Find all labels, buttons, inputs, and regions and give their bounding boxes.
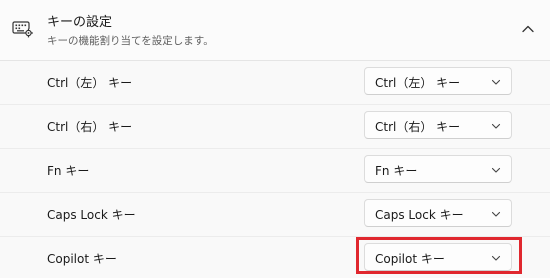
dropdown-value: Ctrl（左） キー: [375, 76, 461, 90]
dropdown-value: Ctrl（右） キー: [375, 120, 461, 134]
keyboard-settings-icon: [12, 21, 33, 38]
chevron-down-icon: [491, 167, 501, 173]
setting-row-fn: Fn キー Fn キー: [0, 148, 550, 193]
ctrl-left-dropdown[interactable]: Ctrl（左） キー: [364, 67, 512, 95]
section-title: キーの設定: [47, 15, 113, 30]
copilot-dropdown[interactable]: Copilot キー: [364, 243, 512, 271]
chevron-up-icon[interactable]: [521, 22, 535, 36]
ctrl-right-dropdown[interactable]: Ctrl（右） キー: [364, 111, 512, 139]
setting-label: Copilot キー: [47, 252, 117, 266]
setting-row-ctrl-right: Ctrl（右） キー Ctrl（右） キー: [0, 104, 550, 149]
dropdown-value: Copilot キー: [375, 252, 445, 266]
setting-label: Caps Lock キー: [47, 208, 136, 222]
setting-row-ctrl-left: Ctrl（左） キー Ctrl（左） キー: [0, 60, 550, 105]
setting-row-caps-lock: Caps Lock キー Caps Lock キー: [0, 192, 550, 237]
setting-label: Ctrl（左） キー: [47, 76, 133, 90]
key-settings-panel: キーの設定 キーの機能割り当てを設定します。 Ctrl（左） キー Ctrl（左…: [0, 0, 550, 278]
setting-row-copilot: Copilot キー Copilot キー: [0, 236, 550, 280]
chevron-down-icon: [491, 211, 501, 217]
fn-dropdown[interactable]: Fn キー: [364, 155, 512, 183]
dropdown-value: Caps Lock キー: [375, 208, 464, 222]
key-settings-header[interactable]: キーの設定 キーの機能割り当てを設定します。: [0, 0, 550, 61]
caps-lock-dropdown[interactable]: Caps Lock キー: [364, 199, 512, 227]
setting-label: Fn キー: [47, 164, 90, 178]
dropdown-value: Fn キー: [375, 164, 418, 178]
setting-label: Ctrl（右） キー: [47, 120, 133, 134]
chevron-down-icon: [491, 79, 501, 85]
chevron-down-icon: [491, 255, 501, 261]
chevron-down-icon: [491, 123, 501, 129]
section-subtitle: キーの機能割り当てを設定します。: [47, 35, 214, 47]
